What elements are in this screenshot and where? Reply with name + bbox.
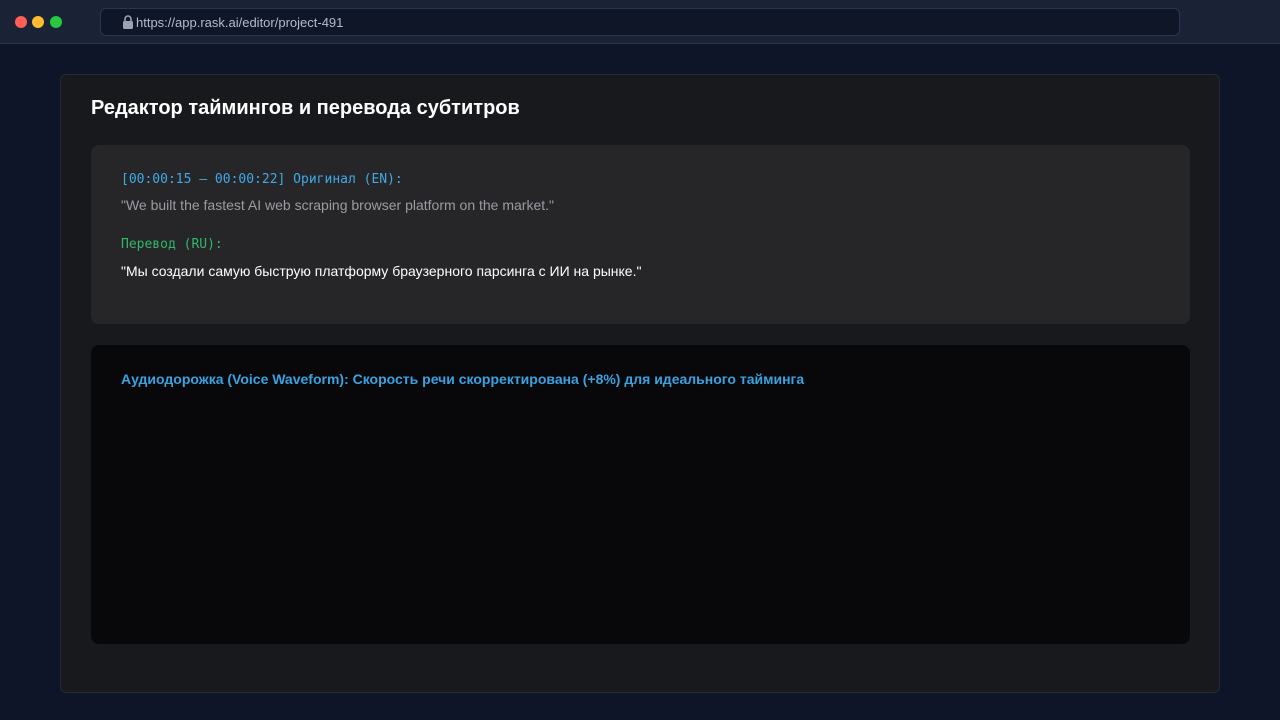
lock-icon [122, 15, 134, 29]
page-viewport: Редактор таймингов и перевода субтитров … [0, 45, 1280, 720]
window-close-button[interactable] [15, 16, 27, 28]
page-title: Редактор таймингов и перевода субтитров [91, 97, 520, 119]
translation-label: Перевод (RU): [121, 237, 223, 252]
window-maximize-button[interactable] [50, 16, 62, 28]
original-text: "We built the fastest AI web scraping br… [121, 197, 554, 213]
subtitle-editor-panel: Редактор таймингов и перевода субтитров … [60, 74, 1220, 693]
original-label: [00:00:15 – 00:00:22] Оригинал (EN): [121, 172, 403, 187]
translation-text[interactable]: "Мы создали самую быструю платформу брау… [121, 262, 641, 280]
url-text: https://app.rask.ai/editor/project-491 [136, 15, 344, 30]
subtitle-segment-card[interactable]: [00:00:15 – 00:00:22] Оригинал (EN): "We… [91, 145, 1190, 324]
waveform-title: Аудиодорожка (Voice Waveform): Скорость … [121, 371, 805, 387]
window-minimize-button[interactable] [32, 16, 44, 28]
browser-toolbar: https://app.rask.ai/editor/project-491 [0, 0, 1280, 44]
address-bar[interactable]: https://app.rask.ai/editor/project-491 [100, 8, 1180, 36]
audio-waveform-panel[interactable]: Аудиодорожка (Voice Waveform): Скорость … [91, 345, 1190, 644]
